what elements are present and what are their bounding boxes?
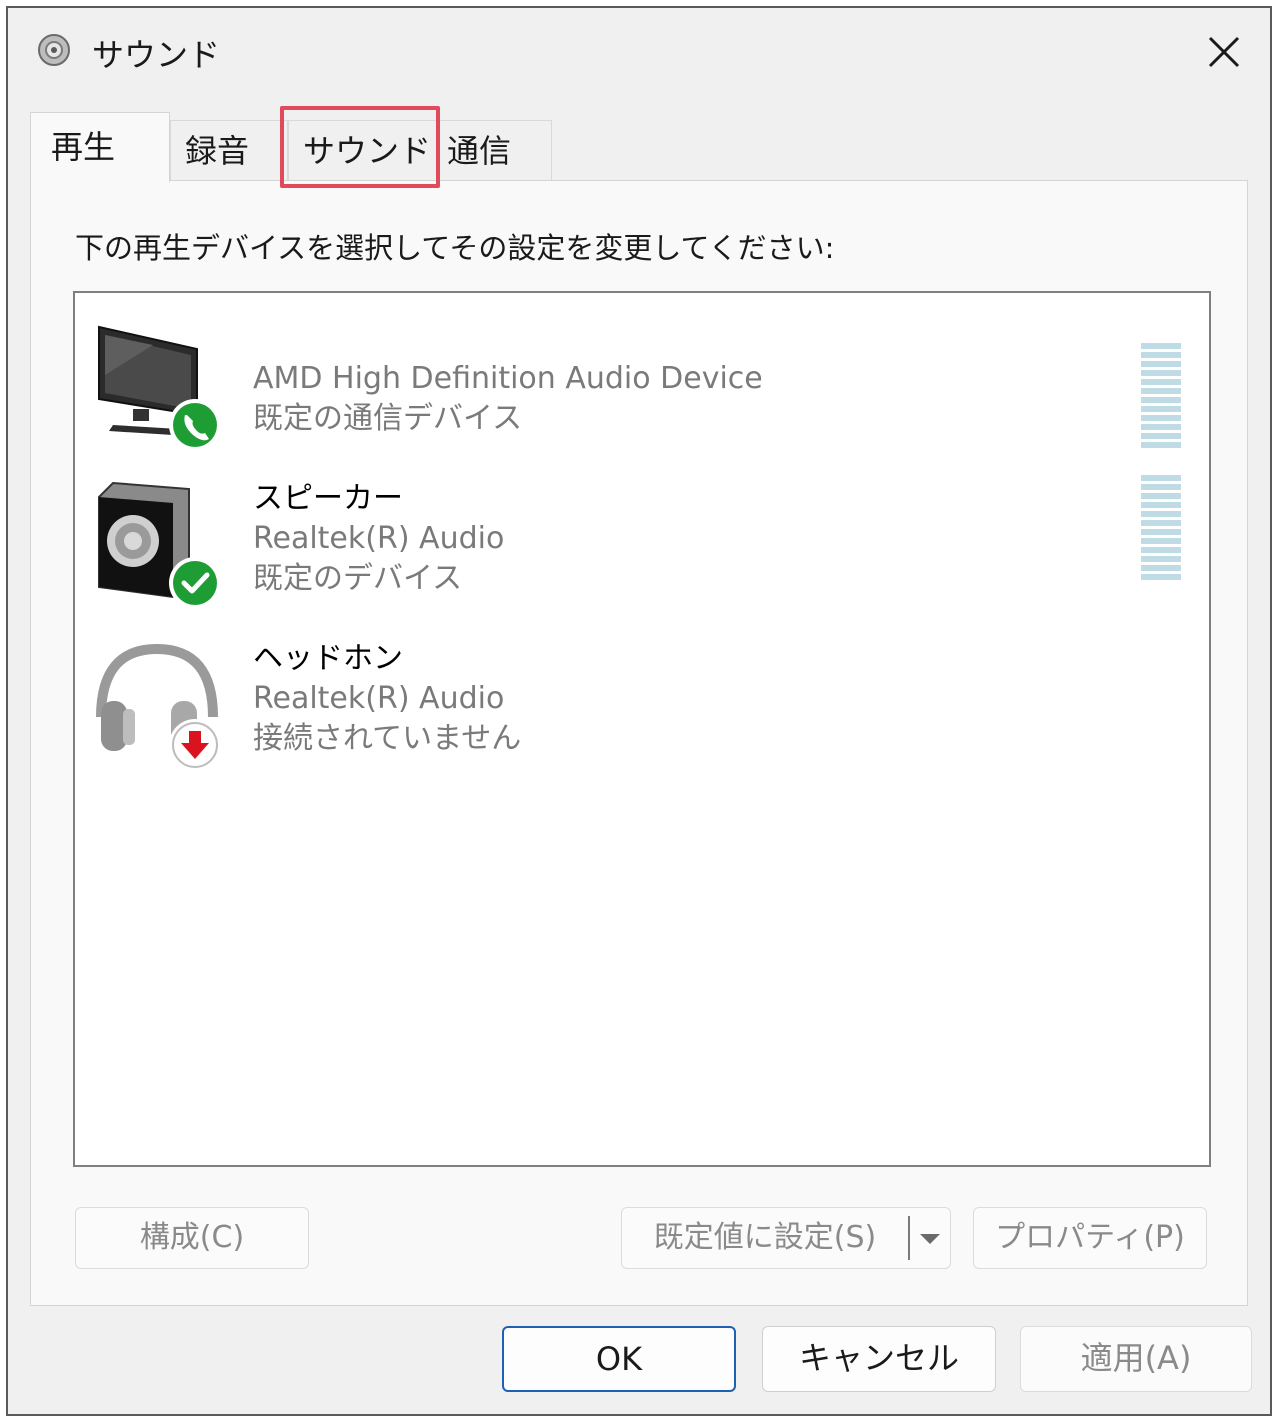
- device-name: ヘッドホン: [253, 641, 403, 676]
- device-name: AMD High Definition Audio Device: [253, 361, 763, 396]
- properties-button[interactable]: プロパティ(P): [973, 1207, 1207, 1269]
- monitor-icon: [98, 325, 221, 451]
- configure-button[interactable]: 構成(C): [75, 1207, 309, 1269]
- headphones-icon: [96, 643, 221, 769]
- tab-communications[interactable]: 通信: [438, 120, 552, 180]
- device-text: AMD High Definition Audio Device 既定の通信デバ…: [253, 359, 763, 439]
- speaker-icon: [98, 481, 221, 609]
- device-status: 接続されていません: [253, 721, 522, 756]
- ok-button[interactable]: OK: [502, 1326, 736, 1392]
- set-default-label: 既定値に設定(S): [653, 1220, 877, 1255]
- device-item-amd[interactable]: AMD High Definition Audio Device 既定の通信デバ…: [75, 323, 1209, 473]
- device-text: スピーカー Realtek(R) Audio 既定のデバイス: [253, 479, 504, 599]
- device-driver: Realtek(R) Audio: [253, 681, 505, 716]
- sound-dialog: サウンド 再生 録音 サウンド 通信 下の再生デバイスを選択してその設定を変更し…: [6, 6, 1272, 1416]
- tab-playback[interactable]: 再生: [30, 112, 170, 182]
- device-status: 既定の通信デバイス: [253, 401, 523, 436]
- cancel-button[interactable]: キャンセル: [762, 1326, 996, 1392]
- badge-phone: [173, 403, 217, 447]
- title-bar: サウンド: [8, 8, 1270, 98]
- split-divider: [908, 1216, 910, 1260]
- device-list[interactable]: AMD High Definition Audio Device 既定の通信デバ…: [73, 291, 1211, 1167]
- playback-panel: 下の再生デバイスを選択してその設定を変更してください: AMD High Def…: [30, 180, 1248, 1306]
- device-item-headphones[interactable]: ヘッドホン Realtek(R) Audio 接続されていません: [75, 639, 1209, 789]
- device-status: 既定のデバイス: [253, 561, 463, 596]
- level-meter: [1141, 343, 1181, 448]
- instruction-text: 下の再生デバイスを選択してその設定を変更してください:: [75, 231, 835, 265]
- chevron-down-icon[interactable]: [912, 1208, 948, 1268]
- set-default-button[interactable]: 既定値に設定(S): [621, 1207, 951, 1269]
- device-text: ヘッドホン Realtek(R) Audio 接続されていません: [253, 639, 521, 759]
- device-item-speaker[interactable]: スピーカー Realtek(R) Audio 既定のデバイス: [75, 475, 1209, 629]
- device-driver: Realtek(R) Audio: [253, 521, 505, 556]
- close-icon[interactable]: [1196, 24, 1252, 80]
- level-meter: [1141, 475, 1181, 580]
- window-title: サウンド: [92, 36, 221, 74]
- device-name: スピーカー: [253, 481, 403, 516]
- tab-highlight-box: [280, 106, 440, 188]
- apply-button[interactable]: 適用(A): [1020, 1326, 1252, 1392]
- speaker-icon: [38, 34, 70, 66]
- tab-recording[interactable]: 録音: [170, 120, 288, 180]
